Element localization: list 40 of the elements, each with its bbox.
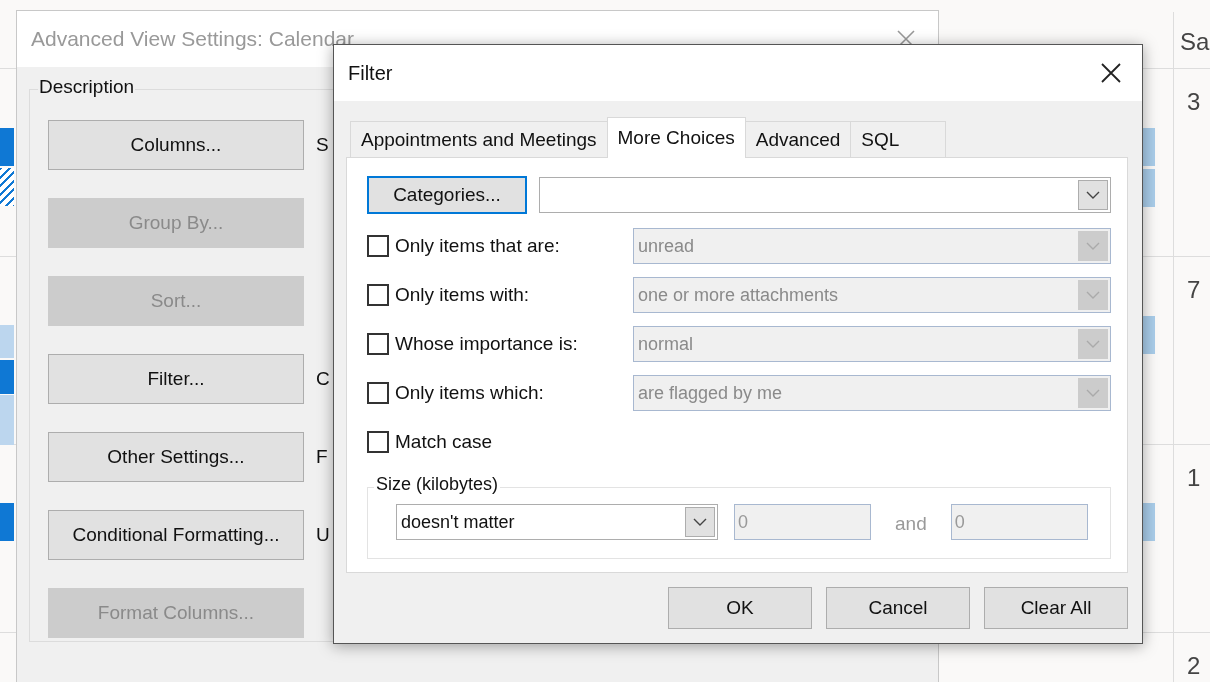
categories-button[interactable]: Categories... — [367, 176, 527, 214]
dialog-button[interactable]: Clear All — [984, 587, 1128, 629]
setting-description: F — [316, 446, 328, 468]
dialog-button[interactable]: OK — [668, 587, 812, 629]
dropdown-icon[interactable] — [685, 507, 715, 537]
dropdown-value: normal — [637, 333, 695, 355]
tab[interactable]: Appointments and Meetings — [350, 121, 608, 157]
dialog-button[interactable]: Conditional Formatting... — [48, 510, 304, 560]
and-label: and — [894, 512, 928, 535]
dropdown-value: doesn't matter — [400, 511, 516, 533]
checkbox-label: Only items which: — [395, 382, 544, 404]
dialog-button[interactable]: Columns... — [48, 120, 304, 170]
group-label: Size (kilobytes) — [374, 474, 501, 495]
checkbox-label: Only items that are: — [395, 235, 560, 257]
dropdown-value: are flagged by me — [637, 382, 784, 404]
tab[interactable]: SQL — [850, 121, 947, 157]
event-bar[interactable] — [0, 168, 14, 206]
checkbox-label: Match case — [395, 431, 493, 453]
window-title: Filter — [348, 61, 393, 85]
date-number: 2 — [1187, 652, 1201, 680]
setting-description: U — [316, 524, 330, 546]
setting-description: S — [316, 134, 329, 156]
window-title: Advanced View Settings: Calendar — [31, 27, 354, 51]
close-icon[interactable] — [1100, 62, 1122, 84]
dialog-button[interactable]: Filter... — [48, 354, 304, 404]
date-number: 7 — [1187, 276, 1201, 304]
checkbox-label: Whose importance is: — [395, 333, 578, 355]
day-header: Sa — [1180, 28, 1210, 56]
tab[interactable]: More Choices — [606, 117, 746, 158]
dropdown-value: unread — [637, 235, 696, 257]
date-number: 3 — [1187, 88, 1201, 116]
checkbox[interactable] — [367, 431, 389, 453]
categories-field[interactable] — [539, 177, 1111, 213]
dropdown-value: one or more attachments — [637, 284, 840, 306]
dialog-button[interactable]: Cancel — [826, 587, 970, 629]
date-number: 1 — [1187, 464, 1201, 492]
checkbox-label: Only items with: — [395, 284, 530, 306]
dropdown-icon[interactable] — [1078, 180, 1108, 210]
dialog-button[interactable]: Other Settings... — [48, 432, 304, 482]
setting-description: C — [316, 368, 330, 390]
